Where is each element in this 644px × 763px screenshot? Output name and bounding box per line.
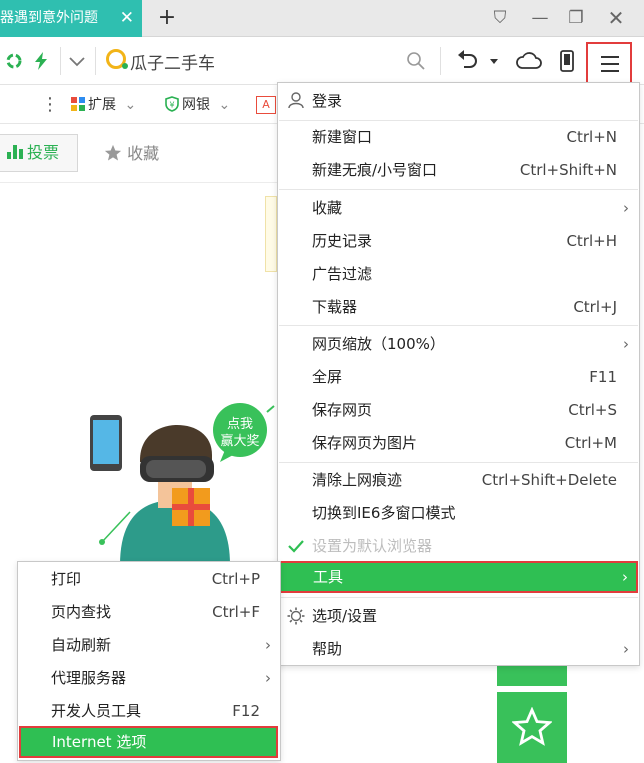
online-bank-label: 网银 bbox=[182, 97, 210, 113]
search-icon[interactable] bbox=[405, 49, 427, 73]
menu-item-new-window[interactable]: 新建窗口 Ctrl+N bbox=[278, 121, 639, 153]
vote-button[interactable]: 投票 bbox=[0, 134, 78, 172]
menu-item-clear-traces[interactable]: 清除上网痕迹 Ctrl+Shift+Delete bbox=[278, 464, 639, 496]
submenu-arrow-icon: › bbox=[623, 640, 629, 658]
promo-illustration[interactable]: 点我 赢大奖 bbox=[80, 400, 280, 565]
submenu-item-find-in-page[interactable]: 页内查找 Ctrl+F bbox=[18, 596, 280, 628]
lightning-icon[interactable] bbox=[33, 49, 49, 73]
favorite-label: 收藏 bbox=[127, 144, 160, 163]
browser-tab-active[interactable]: 览器遇到意外问题 ✕ bbox=[0, 0, 142, 37]
promo-tile[interactable] bbox=[497, 666, 567, 686]
toolbar-divider bbox=[60, 47, 61, 75]
main-menu: 登录 新建窗口 Ctrl+N 新建无痕/小号窗口 Ctrl+Shift+N 收藏… bbox=[277, 82, 640, 666]
menu-item-downloads[interactable]: 下载器 Ctrl+J bbox=[278, 291, 639, 323]
skin-icon[interactable]: ⛉ bbox=[487, 6, 513, 30]
extensions-label: 扩展 bbox=[88, 97, 116, 113]
submenu-item-devtools[interactable]: 开发人员工具 F12 bbox=[18, 695, 280, 727]
menu-item-ad-filter[interactable]: 广告过滤 bbox=[278, 258, 639, 290]
submenu-arrow-icon: › bbox=[265, 669, 271, 687]
submenu-item-internet-options[interactable]: Internet 选项 bbox=[19, 726, 278, 758]
menu-item-login[interactable]: 登录 bbox=[278, 85, 639, 117]
menu-item-favorites[interactable]: 收藏 › bbox=[278, 192, 639, 224]
bookmark-more-icon[interactable]: ⋮ bbox=[41, 94, 59, 116]
submenu-arrow-icon: › bbox=[623, 199, 629, 217]
bar-chart-icon bbox=[7, 145, 23, 159]
chevron-down-icon: ⌄ bbox=[218, 97, 231, 113]
address-input[interactable] bbox=[130, 48, 420, 74]
main-menu-button[interactable] bbox=[586, 42, 632, 84]
submenu-item-proxy[interactable]: 代理服务器 › bbox=[18, 662, 280, 694]
restore-button[interactable]: ❐ bbox=[563, 6, 589, 30]
star-icon bbox=[104, 144, 122, 161]
hamburger-icon bbox=[601, 56, 619, 58]
promo-badge-line2: 赢大奖 bbox=[220, 433, 259, 449]
mobile-device-icon[interactable] bbox=[556, 49, 578, 73]
content-divider bbox=[0, 182, 280, 183]
recycle-icon[interactable] bbox=[4, 49, 24, 73]
minimize-button[interactable]: — bbox=[527, 6, 553, 30]
toolbar-divider bbox=[95, 47, 96, 75]
ad-plugin-icon[interactable]: A bbox=[256, 96, 276, 114]
tab-close-icon[interactable]: ✕ bbox=[120, 0, 134, 37]
vote-label: 投票 bbox=[27, 143, 60, 162]
hamburger-icon bbox=[601, 63, 619, 65]
promo-badge-line1: 点我 bbox=[227, 417, 253, 432]
user-icon bbox=[288, 92, 304, 109]
tab-strip: 览器遇到意外问题 ✕ + ⛉ — ❐ ✕ bbox=[0, 0, 644, 37]
address-toolbar bbox=[0, 37, 644, 85]
menu-item-help[interactable]: 帮助 › bbox=[278, 633, 639, 665]
menu-item-fullscreen[interactable]: 全屏 F11 bbox=[278, 361, 639, 393]
menu-item-save-as-image[interactable]: 保存网页为图片 Ctrl+M bbox=[278, 427, 639, 459]
undo-dropdown-icon[interactable] bbox=[488, 49, 500, 73]
menu-separator bbox=[279, 189, 638, 190]
extensions-grid-icon bbox=[71, 97, 85, 111]
submenu-item-auto-refresh[interactable]: 自动刷新 › bbox=[18, 629, 280, 661]
search-engine-logo-dot bbox=[122, 63, 128, 69]
menu-separator bbox=[279, 597, 638, 598]
hamburger-icon bbox=[601, 70, 619, 72]
favorite-button[interactable]: 收藏 bbox=[104, 140, 159, 164]
notice-box bbox=[265, 196, 277, 272]
menu-item-tools[interactable]: 工具 › bbox=[279, 561, 638, 593]
extensions-button[interactable]: 扩展 ⌄ bbox=[70, 94, 136, 116]
menu-item-new-private-window[interactable]: 新建无痕/小号窗口 Ctrl+Shift+N bbox=[278, 154, 639, 186]
new-tab-button[interactable]: + bbox=[155, 5, 179, 30]
checkmark-icon bbox=[288, 540, 304, 553]
svg-text:¥: ¥ bbox=[169, 101, 174, 110]
undo-icon[interactable] bbox=[455, 49, 481, 73]
menu-item-ie6-mode[interactable]: 切换到IE6多窗口模式 bbox=[278, 497, 639, 529]
window-close-button[interactable]: ✕ bbox=[603, 6, 629, 30]
chevron-down-icon[interactable] bbox=[66, 49, 88, 73]
menu-item-history[interactable]: 历史记录 Ctrl+H bbox=[278, 225, 639, 257]
tools-submenu: 打印 Ctrl+P 页内查找 Ctrl+F 自动刷新 › 代理服务器 › 开发人… bbox=[17, 561, 281, 761]
menu-item-set-default: 设置为默认浏览器 bbox=[278, 530, 639, 562]
menu-item-options[interactable]: 选项/设置 bbox=[278, 600, 639, 632]
menu-separator bbox=[279, 325, 638, 326]
submenu-arrow-icon: › bbox=[622, 568, 628, 586]
chevron-down-icon: ⌄ bbox=[124, 97, 137, 113]
cloud-icon[interactable] bbox=[514, 49, 544, 73]
tab-title: 览器遇到意外问题 bbox=[0, 10, 98, 26]
gear-icon bbox=[287, 607, 305, 625]
submenu-item-print[interactable]: 打印 Ctrl+P bbox=[18, 563, 280, 595]
shield-yen-icon: ¥ bbox=[165, 96, 179, 112]
toolbar-divider bbox=[440, 47, 441, 75]
star-outline-icon bbox=[512, 707, 552, 746]
submenu-arrow-icon: › bbox=[265, 636, 271, 654]
online-bank-button[interactable]: ¥ 网银 ⌄ bbox=[164, 94, 230, 116]
favorite-tile[interactable] bbox=[497, 692, 567, 763]
menu-separator bbox=[279, 462, 638, 463]
menu-item-zoom[interactable]: 网页缩放（100%） › bbox=[278, 328, 639, 360]
submenu-arrow-icon: › bbox=[623, 335, 629, 353]
menu-item-save-page[interactable]: 保存网页 Ctrl+S bbox=[278, 394, 639, 426]
